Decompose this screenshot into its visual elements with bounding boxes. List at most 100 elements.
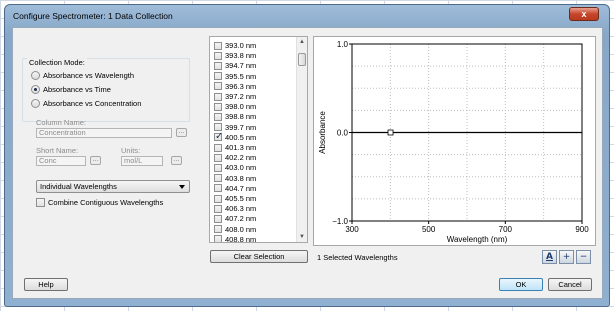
scrollbar-thumb[interactable] xyxy=(298,53,306,66)
selected-wavelengths-status: 1 Selected Wavelengths xyxy=(317,253,398,262)
wavelength-item[interactable]: 399.7 nm xyxy=(214,123,256,132)
wavelength-label: 402.2 nm xyxy=(225,153,257,163)
title-bar: Configure Spectrometer: 1 Data Collectio… xyxy=(5,5,609,27)
autoscale-button[interactable]: A xyxy=(542,250,557,264)
units-browse-button[interactable]: ... xyxy=(171,156,182,165)
wavelength-item[interactable]: 403.0 nm xyxy=(214,163,256,172)
cancel-button[interactable]: Cancel xyxy=(548,278,592,291)
plot-canvas: 300 500 700 900 1.0 0.0 −1.0 Wavelength (nm) Abs… xyxy=(318,40,589,244)
wavelength-checkbox[interactable] xyxy=(214,214,222,223)
wavelength-checkbox[interactable] xyxy=(214,112,222,121)
ok-button[interactable]: OK xyxy=(499,278,543,291)
wavelength-item[interactable]: 397.2 nm xyxy=(214,92,256,101)
checkbox-box xyxy=(36,198,45,207)
wavelength-list-scrollbar[interactable]: ▲ ▼ xyxy=(296,37,307,242)
wavelength-item[interactable]: 403.8 nm xyxy=(214,174,256,183)
wavelength-list[interactable]: ▲ ▼ 393.0 nm 393.8 nm 394.7 nm 395.5 nm 396.… xyxy=(209,36,308,243)
wavelength-item[interactable]: 402.2 nm xyxy=(214,153,256,162)
chevron-down-icon xyxy=(179,185,185,189)
scroll-down-icon[interactable]: ▼ xyxy=(299,234,305,240)
wavelength-item[interactable]: 398.0 nm xyxy=(214,102,256,111)
wavelength-label: 405.5 nm xyxy=(225,194,257,203)
wavelength-item[interactable]: 398.8 nm xyxy=(214,112,256,121)
column-name-browse-button[interactable]: ... xyxy=(176,128,187,137)
zoom-in-button[interactable]: + xyxy=(559,250,574,264)
wavelength-checkbox[interactable] xyxy=(214,204,222,213)
help-button[interactable]: Help xyxy=(24,278,68,291)
wavelength-label: 396.3 nm xyxy=(225,81,257,91)
wavelength-label: 395.5 nm xyxy=(225,71,257,81)
short-name-field[interactable]: Conc xyxy=(36,156,86,166)
radio-absorbance-vs-wavelength[interactable]: Absorbance vs Wavelength xyxy=(31,71,134,80)
wavelength-item[interactable]: 394.7 nm xyxy=(214,61,256,70)
zoom-out-button[interactable]: − xyxy=(576,250,591,264)
wavelength-item[interactable]: 406.3 nm xyxy=(214,204,256,213)
wavelength-checkbox[interactable] xyxy=(214,163,222,172)
short-name-label: Short Name: xyxy=(36,146,79,155)
x-axis-label: Wavelength (nm) xyxy=(447,235,508,244)
wavelength-label: 403.0 nm xyxy=(225,163,257,173)
wavelength-item[interactable]: 393.0 nm xyxy=(214,41,256,50)
dialog-title: Configure Spectrometer: 1 Data Collectio… xyxy=(13,11,173,21)
wavelength-item[interactable]: 396.3 nm xyxy=(214,82,256,91)
wavelength-item[interactable]: 408.0 nm xyxy=(214,225,256,234)
wavelength-checkbox[interactable] xyxy=(214,184,222,193)
x-tick-label: 700 xyxy=(499,225,513,234)
wavelength-checkbox[interactable] xyxy=(214,72,222,81)
checkbox-label: Combine Contiguous Wavelengths xyxy=(48,198,164,207)
units-label: Units: xyxy=(121,146,141,155)
radio-label: Absorbance vs Time xyxy=(43,85,111,94)
y-tick-label: −1.0 xyxy=(332,217,348,226)
column-name-field[interactable]: Concentration xyxy=(36,128,172,138)
short-name-browse-button[interactable]: ... xyxy=(90,156,101,165)
wavelength-checkbox[interactable] xyxy=(214,82,222,91)
absorbance-plot: 300 500 700 900 1.0 0.0 −1.0 Wavelength (nm) Abs… xyxy=(313,36,596,246)
wavelength-item[interactable]: 395.5 nm xyxy=(214,72,256,81)
radio-absorbance-vs-time[interactable]: Absorbance vs Time xyxy=(31,85,111,94)
radio-label: Absorbance vs Wavelength xyxy=(43,71,135,80)
wavelength-item[interactable]: 405.5 nm xyxy=(214,194,256,203)
combine-contiguous-checkbox[interactable]: Combine Contiguous Wavelengths xyxy=(36,198,163,207)
wavelength-checkbox[interactable] xyxy=(214,153,222,162)
wavelength-checkbox[interactable] xyxy=(214,61,222,70)
radio-label: Absorbance vs Concentration xyxy=(43,99,142,108)
wavelength-checkbox[interactable] xyxy=(214,92,222,101)
wavelength-checkbox[interactable] xyxy=(214,41,222,50)
wavelength-checkbox[interactable] xyxy=(214,143,222,152)
wavelength-checkbox[interactable] xyxy=(214,131,223,142)
wavelength-item[interactable]: 400.5 nm xyxy=(214,131,256,142)
close-button[interactable]: x xyxy=(569,7,599,21)
wavelength-checkbox[interactable] xyxy=(214,51,222,60)
wavelength-label: 398.0 nm xyxy=(225,102,257,112)
zoom-out-icon: − xyxy=(579,252,588,262)
clear-selection-button[interactable]: Clear Selection xyxy=(210,250,308,263)
radio-dot xyxy=(31,99,40,108)
wavelength-item[interactable]: 404.7 nm xyxy=(214,184,256,193)
radio-absorbance-vs-concentration[interactable]: Absorbance vs Concentration xyxy=(31,99,141,108)
wavelength-label: 393.0 nm xyxy=(225,41,257,50)
wavelength-label: 404.7 nm xyxy=(225,183,257,193)
wavelength-checkbox[interactable] xyxy=(214,235,222,242)
x-tick-label: 500 xyxy=(422,225,436,234)
wavelength-label: 397.2 nm xyxy=(225,92,257,101)
wavelength-label: 399.7 nm xyxy=(225,122,257,132)
wavelength-label: 401.3 nm xyxy=(225,143,257,152)
wavelength-item[interactable]: 408.8 nm xyxy=(214,235,256,242)
wavelength-item[interactable]: 393.8 nm xyxy=(214,51,256,60)
data-point-marker xyxy=(387,129,394,136)
wavelength-checkbox[interactable] xyxy=(214,225,222,234)
wavelength-checkbox[interactable] xyxy=(214,194,222,203)
scroll-up-icon[interactable]: ▲ xyxy=(299,39,305,45)
wavelength-mode-dropdown[interactable]: Individual Wavelengths xyxy=(36,180,190,193)
wavelength-checkbox[interactable] xyxy=(214,174,222,183)
zoom-in-icon: + xyxy=(562,252,571,262)
wavelength-checkbox[interactable] xyxy=(214,102,222,111)
y-tick-label: 0.0 xyxy=(337,129,349,138)
wavelength-item[interactable]: 407.2 nm xyxy=(214,214,256,223)
collection-mode-panel: Collection Mode: Absorbance vs Wavelengt… xyxy=(22,36,190,214)
wavelength-checkbox[interactable] xyxy=(214,123,222,132)
units-field[interactable]: mol/L xyxy=(121,156,163,166)
wavelength-label: 403.8 nm xyxy=(225,173,257,183)
wavelength-item[interactable]: 401.3 nm xyxy=(214,143,256,152)
wavelength-label: 406.3 nm xyxy=(225,204,257,214)
